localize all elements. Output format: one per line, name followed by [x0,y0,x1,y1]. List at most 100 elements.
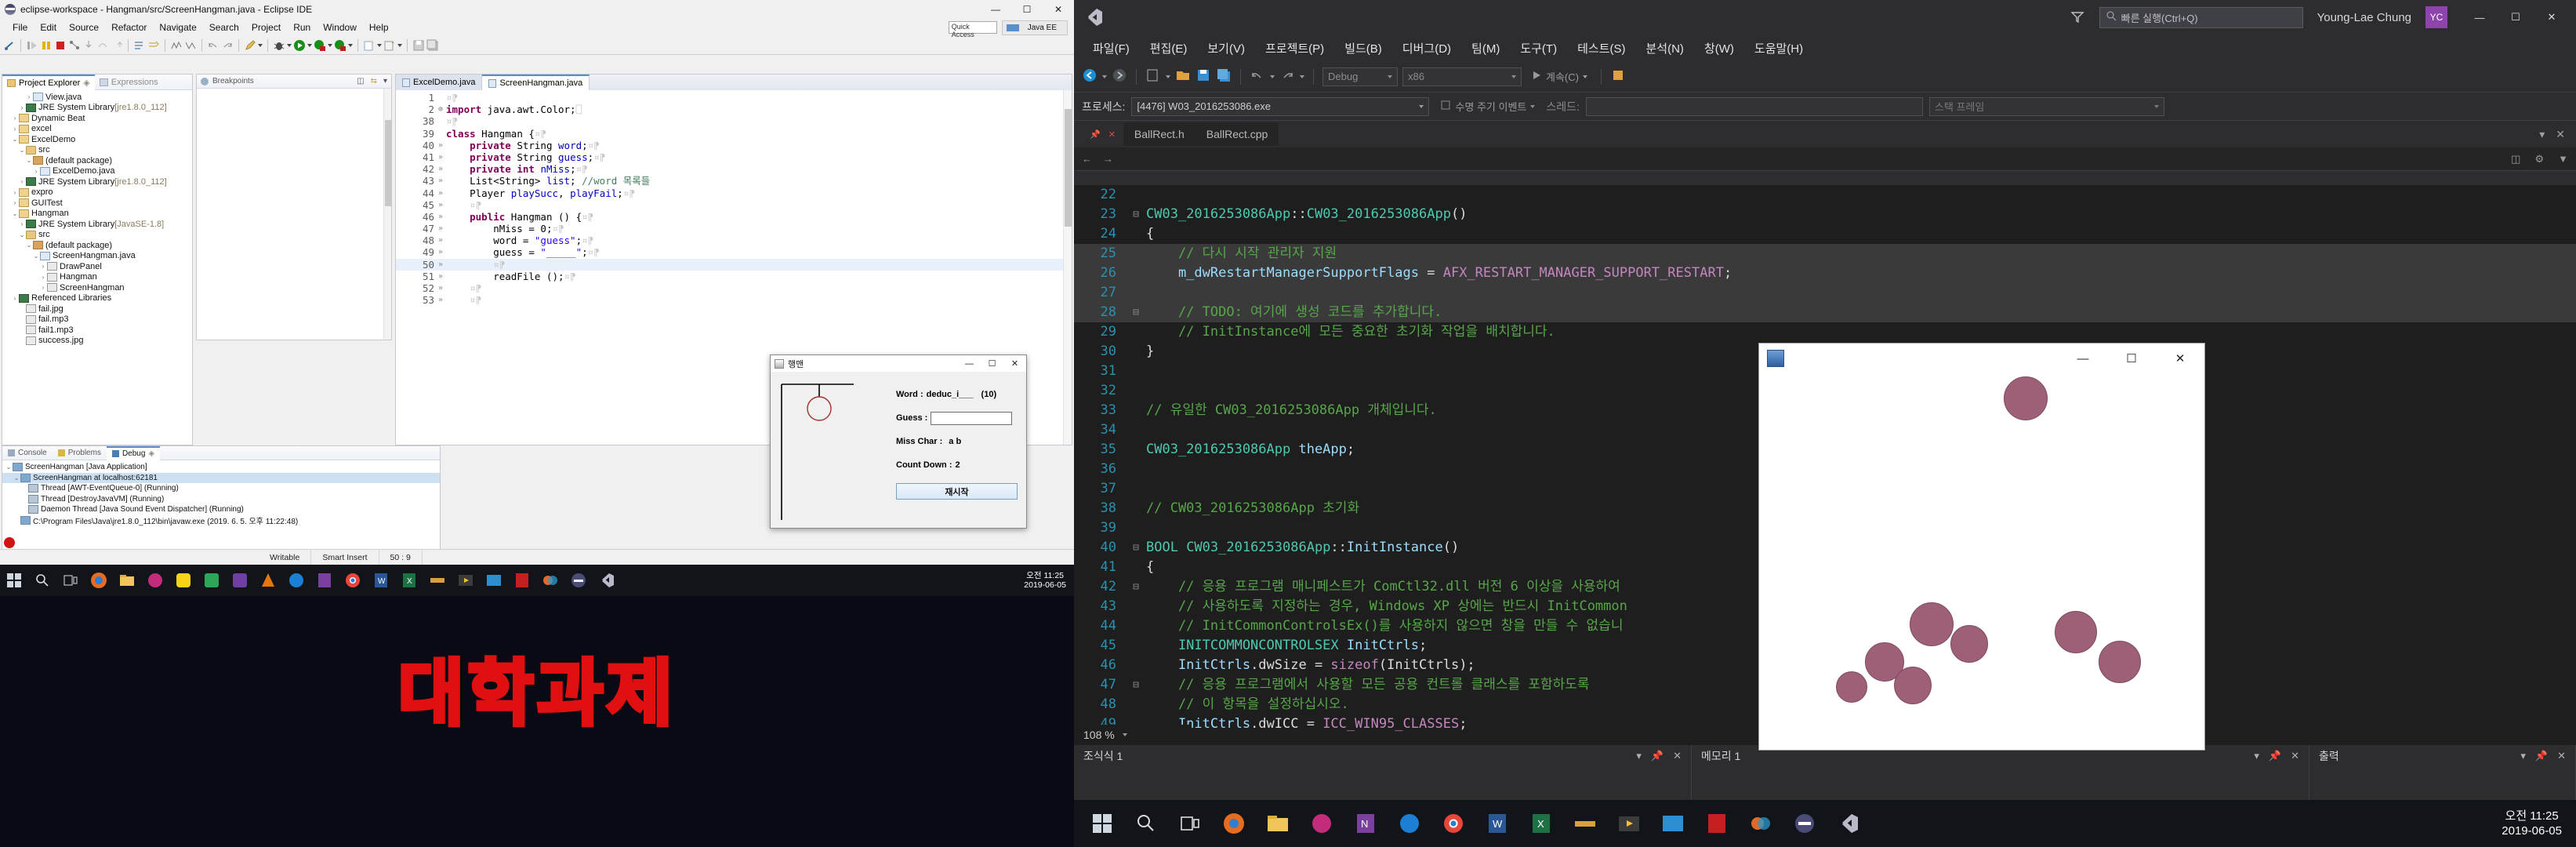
vs-fold-marker[interactable] [1126,420,1146,440]
debug-tree-item[interactable]: C:\Program Files\Java\jre1.8.0_112\bin\j… [2,515,440,526]
start-icon[interactable] [0,565,28,596]
fold-marker[interactable]: » [438,271,446,282]
vs-nav-back-icon[interactable] [1082,67,1098,85]
vs-output-header[interactable]: 출력 ▾ 📌 ✕ [2309,745,2575,767]
vs-platform-dropdown[interactable]: x86 [1402,67,1522,86]
vs-fold-marker[interactable] [1126,499,1146,518]
fold-marker[interactable] [438,92,446,104]
vs-memory-actions[interactable]: ▾ 📌 ✕ [2254,750,2299,762]
kakao-icon[interactable] [169,565,198,596]
vs-stackframe-dropdown[interactable]: 스택 프레임 [1928,96,2164,116]
tab-console[interactable]: Console [2,449,53,457]
vs-code-line[interactable]: 24 { [1074,224,2576,244]
tab-expressions[interactable]: Expressions [95,75,163,90]
project-tree[interactable]: › View.java › JRE System Library [jre1.8.0_… [2,90,192,347]
editor-gutter[interactable] [396,128,410,140]
vs-code-line[interactable]: 26 m_dwRestartManagerSupportFlags = AFX_… [1074,264,2576,283]
editor-gutter[interactable] [396,151,410,163]
breakpoints-header[interactable]: Breakpoints ◫ ⇆ ▾ [197,75,391,89]
vs-paint-icon[interactable] [1301,800,1342,847]
chevron-right-icon[interactable]: › [11,125,19,133]
editor-tab-screenhangman[interactable]: ScreenHangman.java [482,75,590,90]
tree-item[interactable]: fail1.mp3 [2,325,192,336]
onenote-icon[interactable] [310,565,339,596]
vs-menu-item-0[interactable]: 파일(F) [1085,38,1137,59]
restart-button[interactable]: 재시작 [896,483,1018,500]
vs-media-icon[interactable] [1609,800,1649,847]
hangman-dialog[interactable]: 행맨 — ☐ ✕ Word : deduc_i___ (10) Guess : [770,354,1027,529]
chevron-down-icon[interactable]: ⌄ [25,242,33,249]
menu-file[interactable]: File [6,20,34,35]
editor-gutter[interactable] [396,234,410,246]
editor-gutter[interactable] [396,211,410,223]
tree-item[interactable]: ⌄ ExcelDemo [2,134,192,145]
editor-gutter[interactable] [396,294,410,306]
editor-gutter[interactable] [396,246,410,258]
debug-tab-close-icon[interactable]: ◈ [148,449,154,458]
vs-menu-item-2[interactable]: 보기(V) [1199,38,1253,59]
vs-taskbar[interactable]: N W X 오전 11:25 2019-06-05 [1074,800,2576,847]
browser2-icon[interactable] [282,565,310,596]
hangman-close-button[interactable]: ✕ [1003,355,1026,372]
tree-item[interactable]: › Referenced Libraries [2,293,192,304]
vs-open-file-icon[interactable] [1175,67,1191,85]
vs-continue-button[interactable]: 계속(C) [1526,69,1592,84]
ball-close-button[interactable]: ✕ [2156,344,2204,373]
menu-navigate[interactable]: Navigate [153,20,202,35]
tree-item[interactable]: ⌄ src [2,145,192,156]
editor-gutter[interactable] [396,115,410,127]
vs-debug-target-icon[interactable] [1610,67,1626,85]
vs-memory-close-icon[interactable]: ✕ [2291,750,2299,762]
code-line[interactable]: 47 » nMiss = 0; ¤⁋ [396,223,1072,234]
vs-fold-marker[interactable] [1126,616,1146,636]
tree-item[interactable]: › ScreenHangman [2,282,192,293]
code-line[interactable]: 50 » ¤⁋ [396,258,1072,271]
vs-menu-item-11[interactable]: 도움말(H) [1747,38,1811,59]
tree-item[interactable]: › Hangman [2,272,192,283]
resume-icon[interactable] [26,39,38,52]
tree-item[interactable]: fail.jpg [2,304,192,314]
skip-breakpoints-icon[interactable] [3,39,16,52]
debug-tree-item[interactable]: Thread [DestroyJavaVM] (Running) [2,494,440,505]
vs-configuration-dropdown[interactable]: Debug [1322,67,1398,86]
chevron-right-icon[interactable]: › [11,295,19,302]
search-icon[interactable] [28,565,56,596]
fold-marker[interactable]: » [438,151,446,163]
debug-tree-item[interactable]: Thread [AWT-EventQueue-0] (Running) [2,483,440,494]
vs-fold-marker[interactable]: ⊟ [1126,577,1146,597]
windows-taskbar[interactable]: W X 오전 11:25 2019-06-05 [0,565,1074,596]
vs-fold-marker[interactable] [1126,518,1146,538]
eclipse-menu-bar[interactable]: File Edit Source Refactor Navigate Searc… [0,19,1074,38]
debug-tree-item[interactable]: ⌄ ScreenHangman [Java Application] [2,462,440,473]
editor-gutter[interactable] [396,163,410,175]
code-line[interactable]: 45 » ¤⁋ [396,199,1072,211]
tree-item[interactable]: › View.java [2,92,192,103]
terminate-icon[interactable] [54,39,67,52]
vs-thread-dropdown[interactable] [1585,96,1923,116]
coverage-dropdown-arrow-icon[interactable] [328,43,332,47]
chevron-right-icon[interactable]: › [18,178,26,185]
code-line[interactable]: 38 ¤⁋ [396,115,1072,127]
vs-fold-marker[interactable] [1126,362,1146,381]
code-line[interactable]: 52 » ¤⁋ [396,282,1072,294]
task-view-icon[interactable] [56,565,85,596]
editor-gutter[interactable] [396,175,410,187]
run-coverage-icon[interactable] [314,39,326,52]
code-line[interactable]: 1 ¤⁋ [396,92,1072,104]
paint-icon[interactable] [141,565,169,596]
chevron-down-icon[interactable]: ⌄ [25,157,33,164]
disconnect-icon[interactable] [68,39,81,52]
vs-menu-item-5[interactable]: 디버그(D) [1395,38,1459,59]
photo-icon[interactable] [480,565,508,596]
menu-run[interactable]: Run [287,20,317,35]
graph2-icon[interactable] [184,39,197,52]
vs-quick-launch-input[interactable]: 빠른 실행(Ctrl+Q) [2099,6,2303,28]
collapse-all-icon[interactable]: ◫ [357,77,364,85]
fold-marker[interactable]: » [438,211,446,223]
code-line[interactable]: 41 » private String guess; ¤⁋ [396,151,1072,163]
debug-thread-tree[interactable]: ⌄ ScreenHangman [Java Application] ⌄ Screen… [2,460,440,527]
redo-icon[interactable] [221,39,234,52]
guess-input[interactable] [931,411,1013,425]
vs-watch-dropdown-icon[interactable]: ▾ [1636,750,1642,762]
tab-project-explorer[interactable]: Project Explorer ◈ [2,74,95,90]
